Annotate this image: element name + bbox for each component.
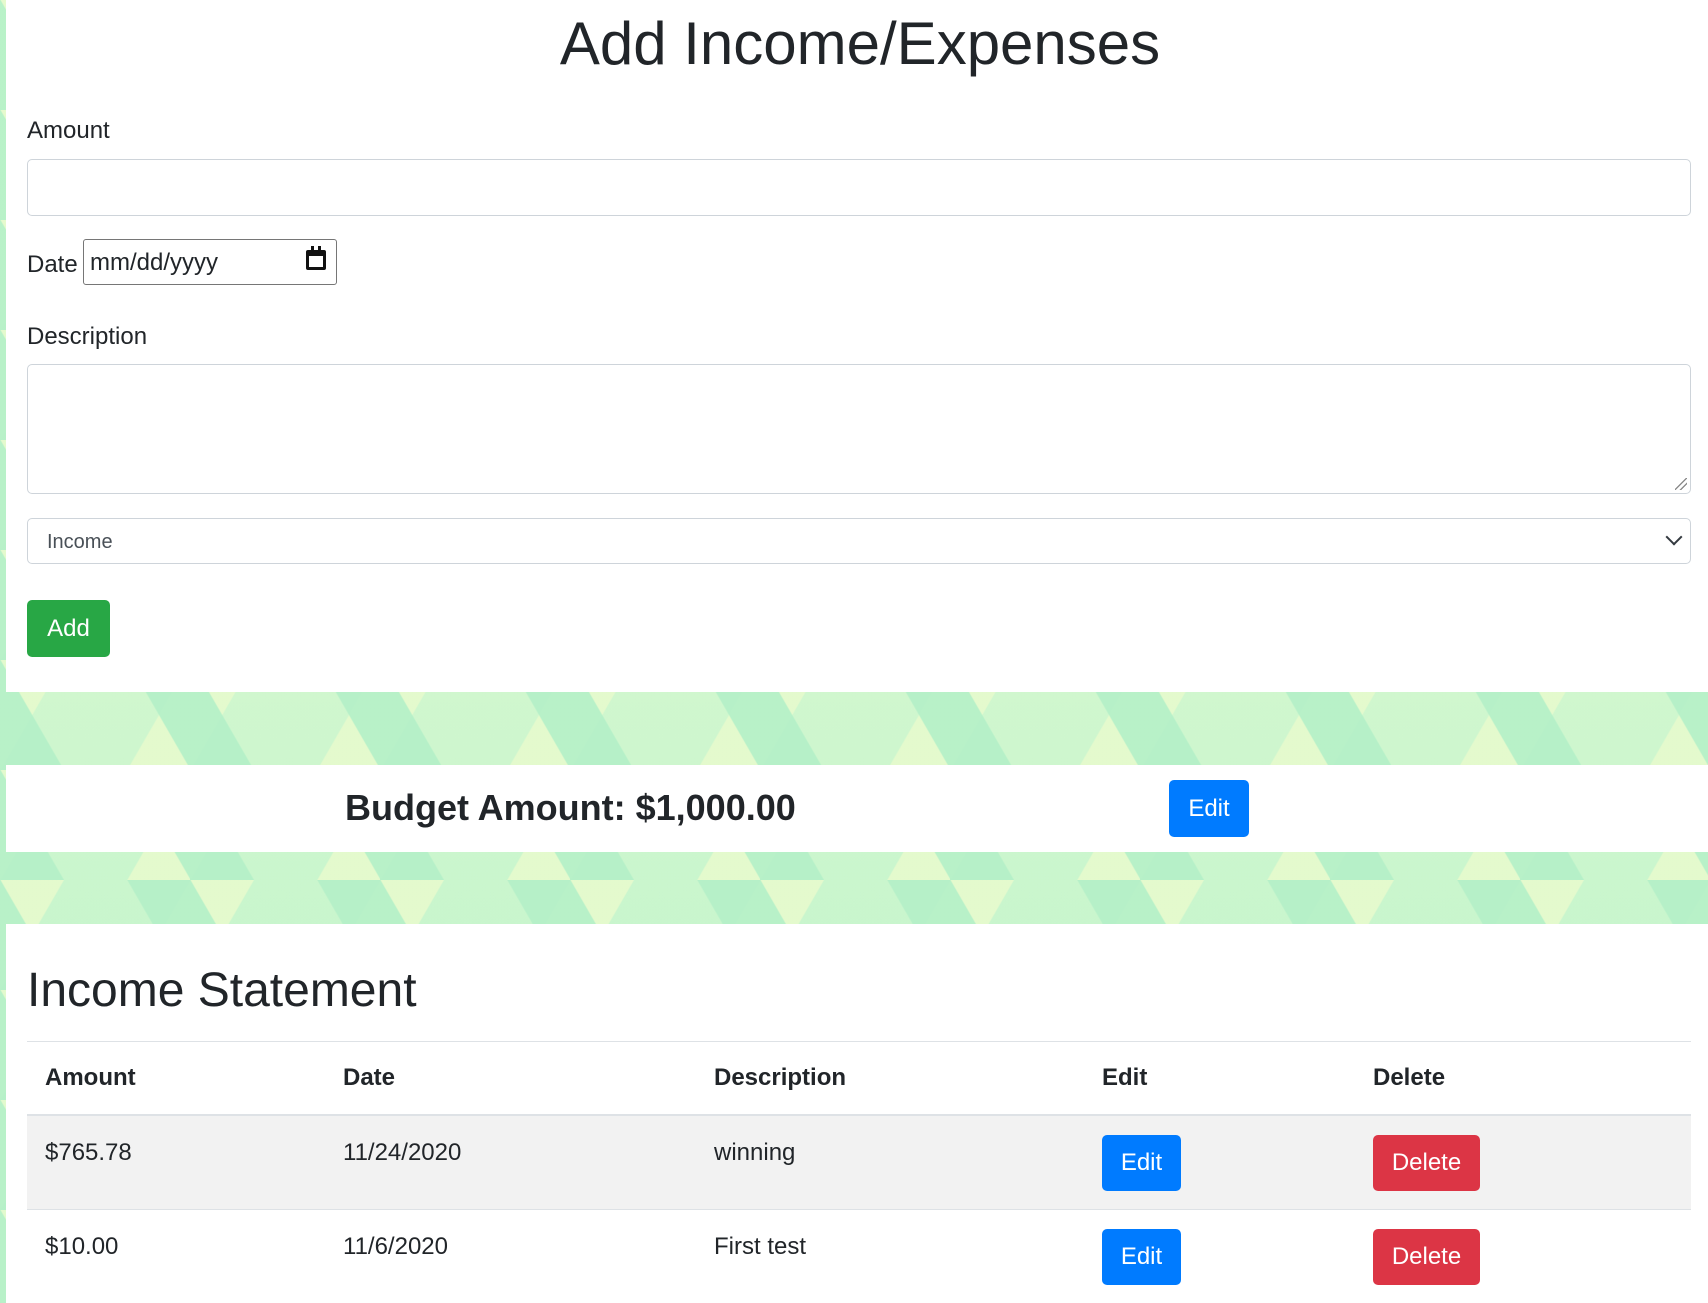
column-header-delete: Delete xyxy=(1355,1042,1691,1116)
row-edit-button[interactable]: Edit xyxy=(1102,1134,1181,1191)
table-row: $765.78 11/24/2020 winning Edit Delete xyxy=(27,1114,1691,1210)
edit-budget-button[interactable]: Edit xyxy=(1169,780,1249,837)
row-description: winning xyxy=(714,1138,796,1166)
description-textarea[interactable] xyxy=(27,364,1691,494)
column-header-edit: Edit xyxy=(1084,1042,1355,1116)
row-description: First test xyxy=(714,1232,807,1260)
budget-panel: Budget Amount: $1,000.00 Edit xyxy=(6,765,1708,852)
add-entry-form: Add Income/Expenses Amount Date mm/dd/yy… xyxy=(6,0,1708,692)
row-edit-button[interactable]: Edit xyxy=(1102,1228,1181,1285)
row-amount: $10.00 xyxy=(45,1232,119,1260)
date-label: Date xyxy=(27,251,78,278)
row-delete-button[interactable]: Delete xyxy=(1373,1228,1480,1285)
amount-label: Amount xyxy=(27,117,110,144)
date-input[interactable]: mm/dd/yyyy xyxy=(83,239,337,285)
chevron-down-icon xyxy=(1665,528,1683,546)
statement-table: Amount Date Description Edit Delete $765… xyxy=(27,1042,1691,1303)
type-select-value: Income xyxy=(47,531,113,553)
row-amount: $765.78 xyxy=(45,1138,132,1166)
column-header-description: Description xyxy=(696,1042,1084,1116)
row-date: 11/6/2020 xyxy=(343,1232,448,1260)
table-row: $10.00 11/6/2020 First test Edit Delete xyxy=(27,1209,1691,1303)
amount-input[interactable] xyxy=(27,159,1691,216)
resize-grip-icon[interactable] xyxy=(1675,478,1687,490)
row-delete-button[interactable]: Delete xyxy=(1373,1134,1480,1191)
column-header-amount: Amount xyxy=(27,1042,325,1116)
row-date: 11/24/2020 xyxy=(343,1138,462,1166)
statement-title: Income Statement xyxy=(27,964,417,1017)
income-statement-panel: Income Statement Amount Date Description… xyxy=(6,924,1708,1303)
date-placeholder: mm/dd/yyyy xyxy=(90,249,219,276)
calendar-icon[interactable] xyxy=(306,246,326,270)
add-button[interactable]: Add xyxy=(27,600,110,657)
type-select[interactable]: Income xyxy=(27,518,1691,564)
page-title: Add Income/Expenses xyxy=(559,10,1161,77)
budget-amount: Budget Amount: $1,000.00 xyxy=(345,787,796,828)
description-label: Description xyxy=(27,323,148,350)
table-header-row: Amount Date Description Edit Delete xyxy=(27,1042,1691,1116)
column-header-date: Date xyxy=(325,1042,696,1116)
